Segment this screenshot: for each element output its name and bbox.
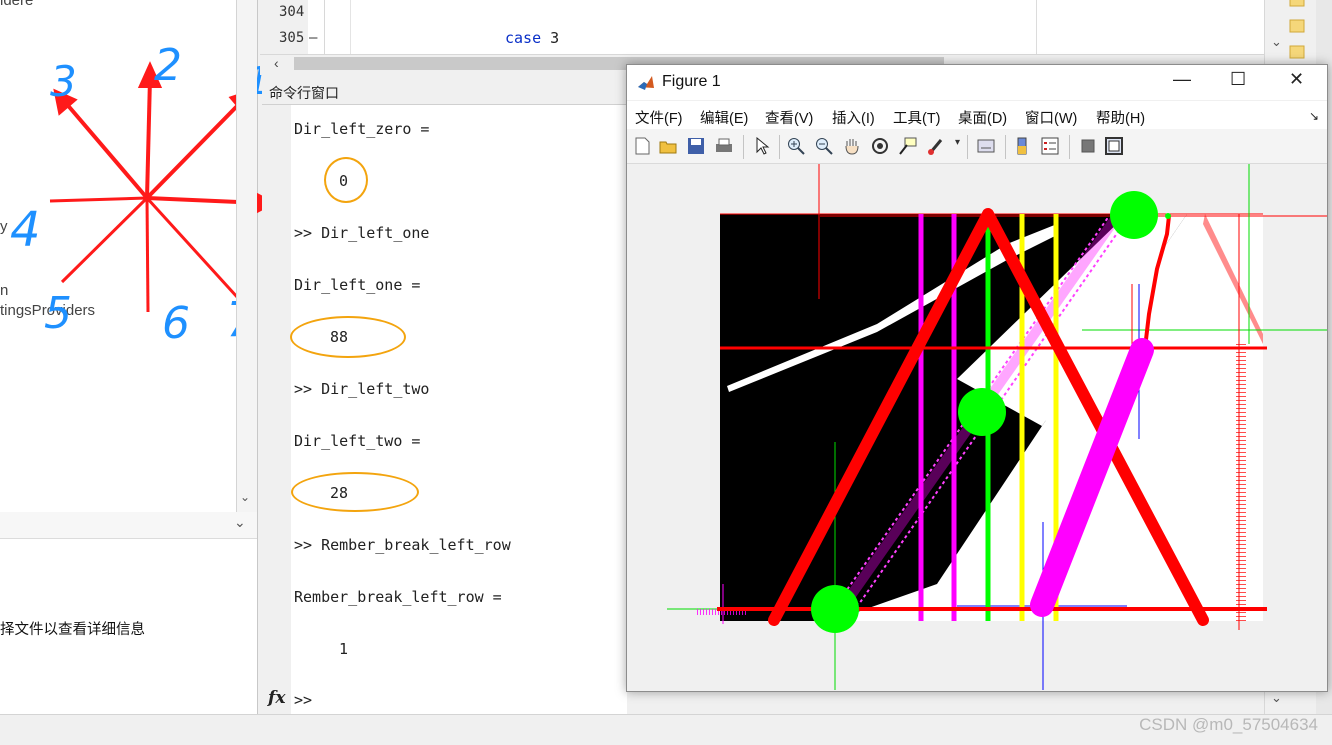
highlight-ellipse <box>291 472 419 512</box>
figure-toolbar: ▾ <box>627 129 1327 164</box>
zoom-in-icon[interactable] <box>785 135 807 157</box>
cmd-output-label: Dir_left_two = <box>294 432 421 450</box>
arrow-7 <box>145 196 240 300</box>
cmd-input-line[interactable]: >> Dir_left_one <box>294 224 429 242</box>
green-marker <box>1110 191 1158 239</box>
annotation-label-3: 3 <box>50 57 77 106</box>
hide-plot-tools-icon[interactable] <box>1077 135 1099 157</box>
toolbar-separator <box>1005 135 1006 159</box>
toolbar-separator <box>779 135 780 159</box>
green-marker <box>958 388 1006 436</box>
zoom-out-icon[interactable] <box>813 135 835 157</box>
cmd-output-value: 28 <box>330 484 349 502</box>
arrow-5 <box>60 196 149 284</box>
show-plot-tools-icon[interactable] <box>1103 135 1125 157</box>
toolbar-separator <box>967 135 968 159</box>
code-keyword: case <box>505 29 542 47</box>
code-value: 3 <box>550 29 560 47</box>
annotation-label-5: 5 <box>44 288 72 339</box>
data-cursor-icon[interactable] <box>897 135 919 157</box>
menu-edit[interactable]: 编辑(E) <box>700 107 748 128</box>
maximize-button[interactable]: ☐ <box>1230 69 1246 90</box>
cmd-output-value: 0 <box>339 172 349 190</box>
menu-insert[interactable]: 插入(I) <box>832 107 875 128</box>
chevron-down-icon[interactable]: ⌄ <box>1271 690 1282 706</box>
open-file-icon[interactable] <box>657 135 679 157</box>
figure-title-bar[interactable] <box>627 65 1327 100</box>
new-figure-icon[interactable] <box>631 135 653 157</box>
chevron-down-icon[interactable]: ⌄ <box>1271 34 1282 50</box>
matlab-logo-icon <box>637 74 655 92</box>
print-icon[interactable] <box>713 135 735 157</box>
code-line[interactable]: case 3 <box>505 29 559 47</box>
scroll-left-icon[interactable]: ‹ <box>274 55 279 71</box>
green-marker-small <box>1165 213 1171 219</box>
dock-icon[interactable]: ↘ <box>1309 109 1319 123</box>
cmd-output-label: Dir_left_zero = <box>294 120 430 138</box>
details-pane-header[interactable]: ⌄ <box>0 512 257 539</box>
gutter-divider <box>324 0 325 54</box>
arrow-2 <box>145 77 152 199</box>
details-pane <box>0 512 257 715</box>
left-pane-scrollbar[interactable]: ⌄ <box>236 0 257 512</box>
editor-area[interactable] <box>260 0 1290 54</box>
details-info-text: 择文件以查看详细信息 <box>0 622 145 638</box>
pan-hand-icon[interactable] <box>841 135 863 157</box>
arrow-3 <box>63 100 149 200</box>
watermark: CSDN @m0_57504634 <box>1139 715 1318 734</box>
chevron-down-icon[interactable]: ⌄ <box>234 514 246 531</box>
rotate-3d-icon[interactable] <box>869 135 891 157</box>
colorbar-icon[interactable] <box>1011 135 1033 157</box>
toolbar-separator <box>1069 135 1070 159</box>
arrow-6 <box>145 197 150 313</box>
cmd-output-label: Rember_break_left_row = <box>294 588 502 606</box>
cmd-output-label: Dir_left_one = <box>294 276 421 294</box>
arrow-1 <box>145 98 245 200</box>
command-window-title[interactable]: 命令行窗口 <box>262 80 669 105</box>
cmd-output-value: 88 <box>330 328 349 346</box>
brush-dropdown-icon[interactable]: ▾ <box>955 137 960 148</box>
command-window-gutter <box>262 105 291 714</box>
menu-tools[interactable]: 工具(T) <box>893 107 941 128</box>
fold-marker[interactable]: — <box>309 30 317 46</box>
cmd-input-line[interactable]: >> Dir_left_two <box>294 380 429 398</box>
cmd-input-line[interactable]: >> Rember_break_left_row <box>294 536 511 554</box>
menu-help[interactable]: 帮助(H) <box>1096 107 1145 128</box>
indent-guide <box>350 0 351 54</box>
brush-icon[interactable] <box>925 135 947 157</box>
annotation-label-2: 2 <box>154 40 182 91</box>
annotation-label-6: 6 <box>162 298 190 349</box>
status-bar <box>0 714 1332 745</box>
legend-icon[interactable] <box>1039 135 1061 157</box>
minimize-button[interactable]: — <box>1173 69 1191 90</box>
menu-desktop[interactable]: 桌面(D) <box>958 107 1007 128</box>
toolbar-separator <box>743 135 744 159</box>
close-button[interactable]: ✕ <box>1289 69 1304 90</box>
menu-window[interactable]: 窗口(W) <box>1025 107 1077 128</box>
annotation-label-4: 4 <box>10 202 41 258</box>
command-prompt[interactable]: >> <box>294 691 312 709</box>
link-plot-icon[interactable] <box>975 135 997 157</box>
chevron-down-icon[interactable]: ⌄ <box>240 490 250 504</box>
figure-window[interactable]: Figure 1 — ☐ ✕ 文件(F) 编辑(E) 查看(V) 插入(I) 工… <box>626 64 1328 692</box>
figure-title: Figure 1 <box>662 73 721 90</box>
line-number: 304 <box>279 4 305 20</box>
menu-file[interactable]: 文件(F) <box>635 107 683 128</box>
green-marker <box>811 585 859 633</box>
cmd-output-value: 1 <box>339 640 349 658</box>
pointer-icon[interactable] <box>751 135 773 157</box>
save-icon[interactable] <box>685 135 707 157</box>
function-browser-icon[interactable]: fx <box>268 688 285 708</box>
menu-view[interactable]: 查看(V) <box>765 107 813 128</box>
arrow-4 <box>49 196 148 203</box>
line-number: 305 <box>279 30 305 46</box>
right-margin-line <box>1036 0 1037 54</box>
figure-axes[interactable] <box>627 164 1327 690</box>
